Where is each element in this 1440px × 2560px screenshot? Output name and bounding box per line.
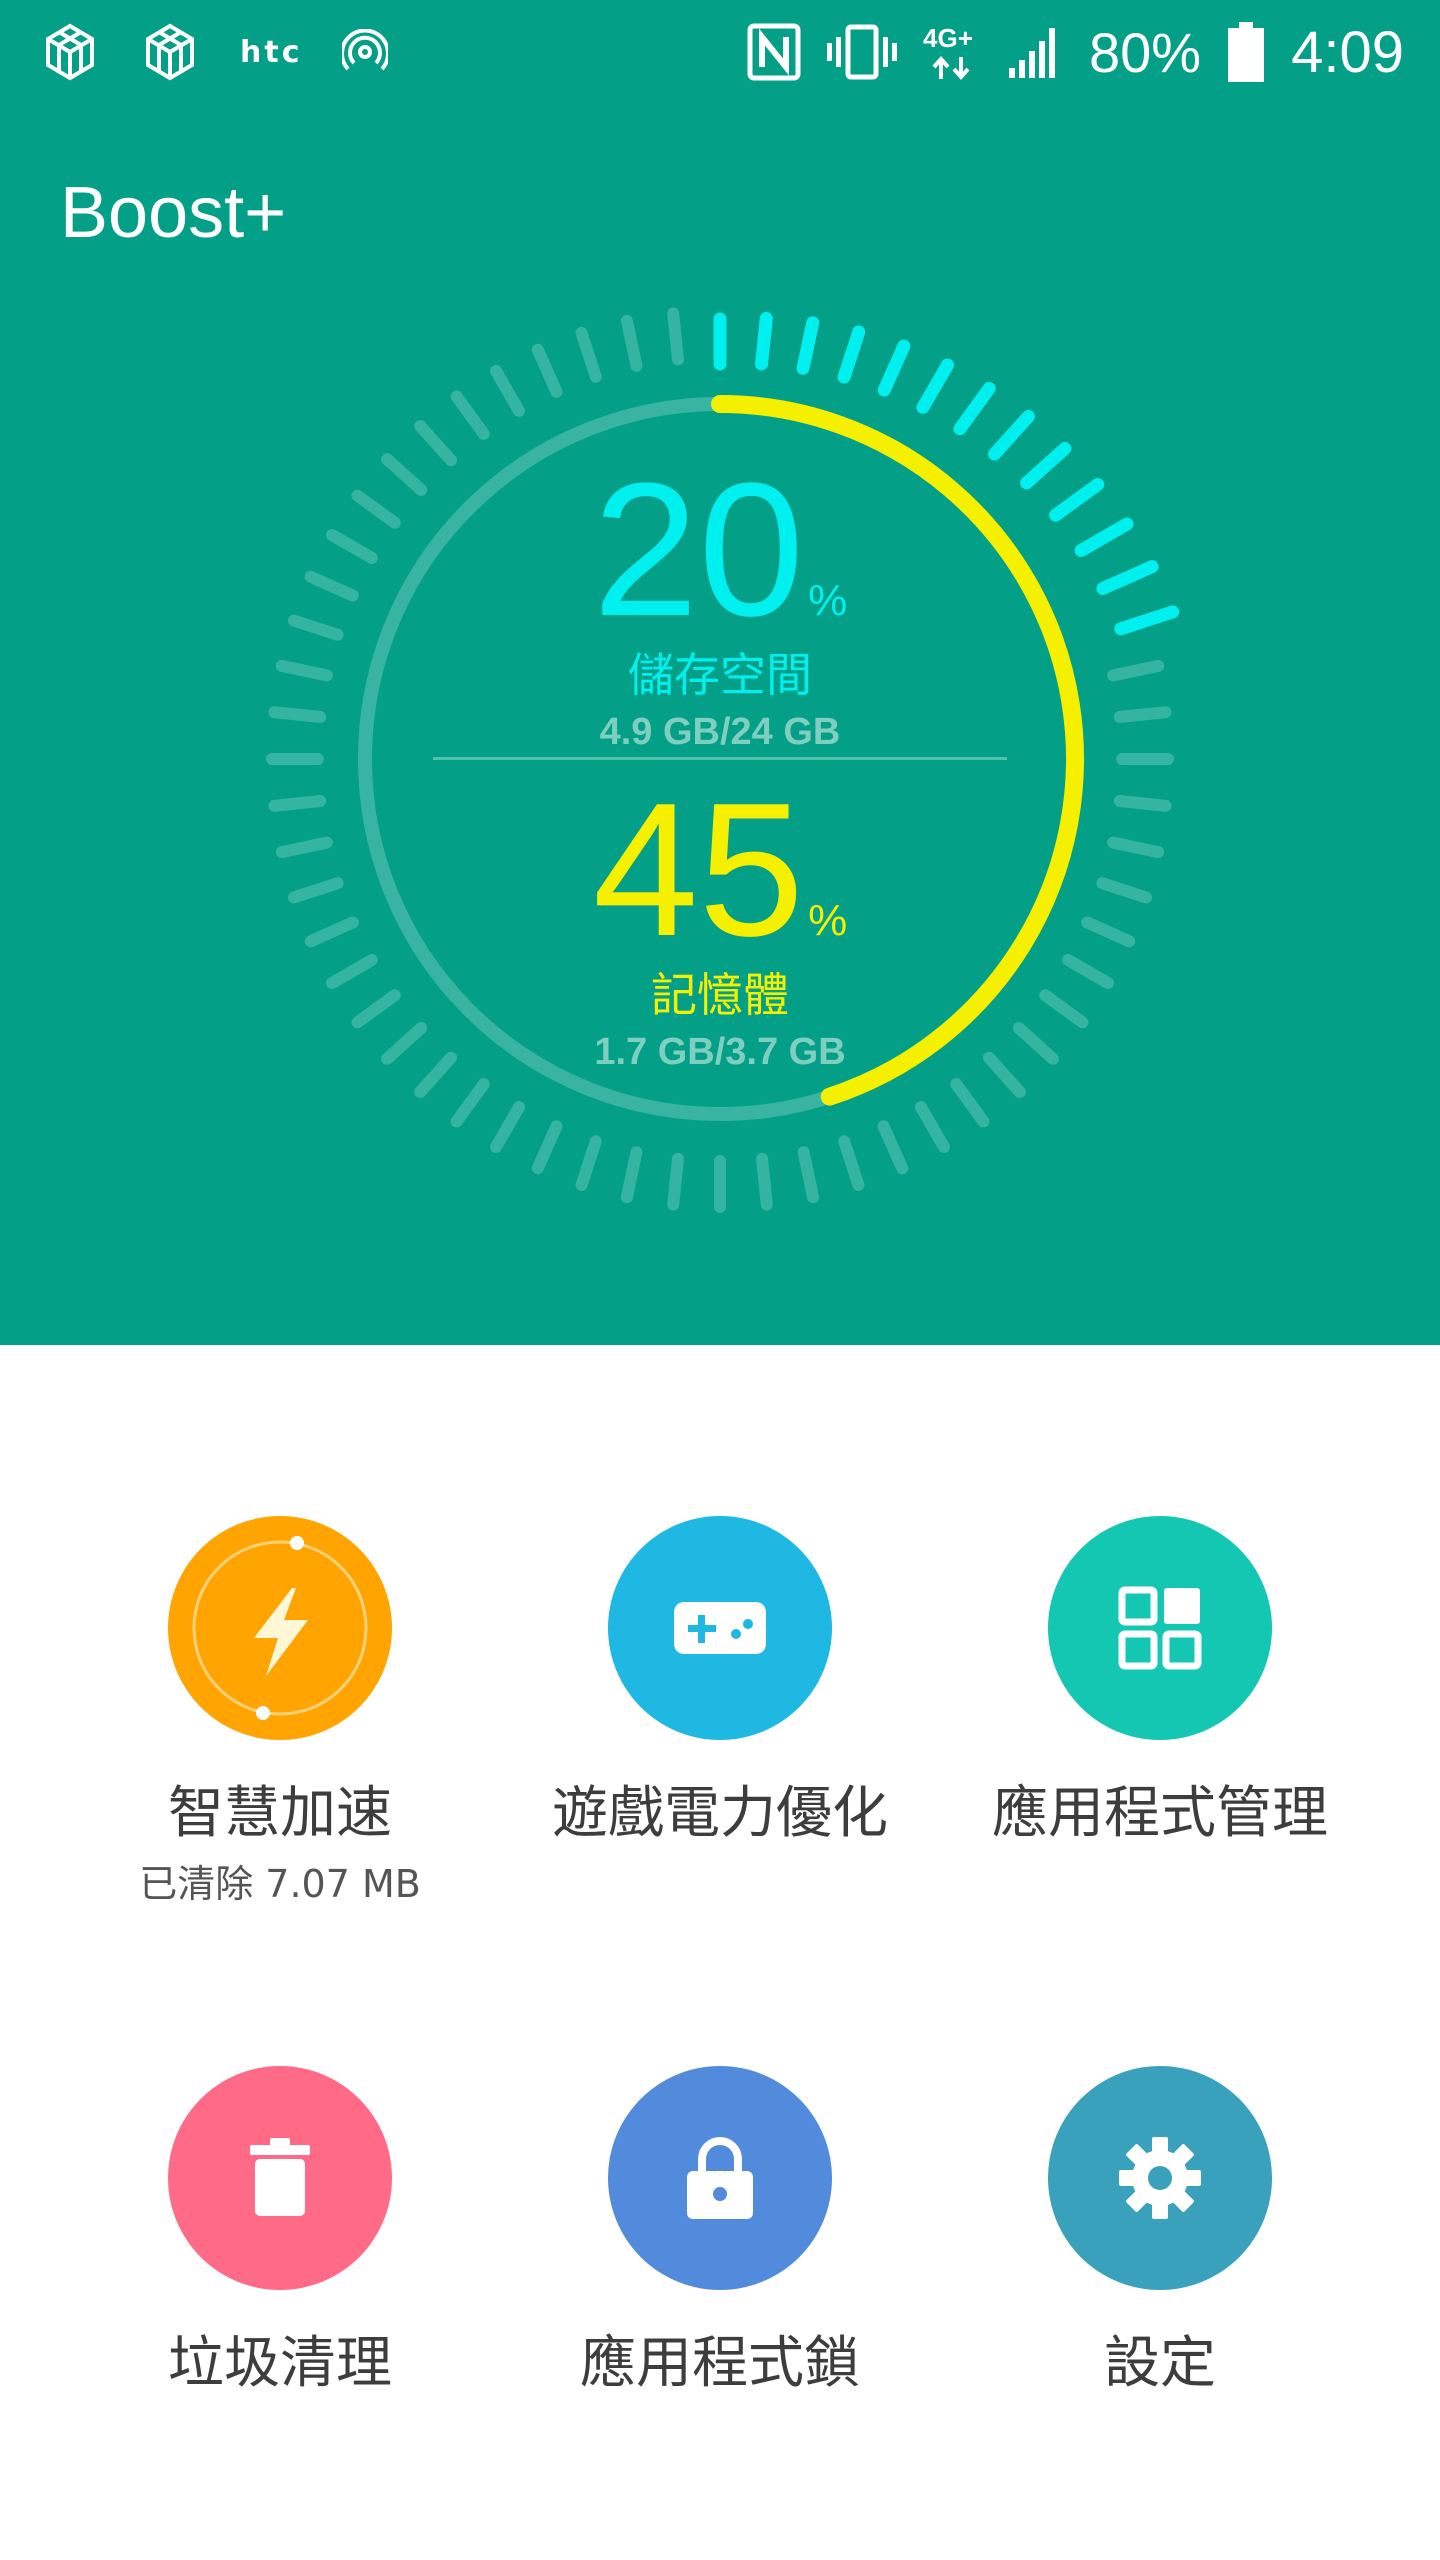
storage-tick <box>381 453 428 497</box>
storage-tick-active <box>1074 517 1134 557</box>
storage-tick <box>490 1101 525 1153</box>
storage-tick-active <box>1049 478 1105 522</box>
smart-boost-label: 智慧加速 <box>168 1781 392 1846</box>
app-grid-icon <box>1118 1586 1202 1670</box>
storage-tick <box>351 989 401 1029</box>
app-manager-button[interactable] <box>1048 1516 1272 1740</box>
storage-tick <box>531 1120 563 1175</box>
storage-tick <box>667 307 684 366</box>
storage-tick <box>667 1152 684 1211</box>
storage-tick <box>304 570 359 602</box>
storage-tick <box>1107 659 1165 682</box>
storage-tick <box>490 365 525 417</box>
storage-tick <box>620 314 643 372</box>
gamepad-icon <box>674 1602 766 1654</box>
storage-tick <box>575 326 602 383</box>
storage-tick <box>275 659 333 682</box>
app-lock-button[interactable] <box>608 2066 832 2290</box>
storage-tick <box>326 529 378 564</box>
app-manager-tile[interactable]: 應用程式管理 <box>940 1516 1380 1849</box>
storage-tick <box>326 954 378 989</box>
storage-tick <box>756 1152 773 1211</box>
gear-icon <box>1119 2137 1201 2219</box>
settings-button[interactable] <box>1048 2066 1272 2290</box>
storage-tick <box>268 706 327 723</box>
smart-boost-sub: 已清除 7.07 MB <box>139 1862 421 1906</box>
storage-tick <box>1012 1021 1059 1065</box>
storage-tick-active <box>1020 442 1072 490</box>
settings-label: 設定 <box>1104 2331 1216 2396</box>
storage-detail: 4.9 GB/24 GB <box>599 711 841 753</box>
game-power-label: 遊戲電力優化 <box>552 1781 888 1846</box>
smart-boost-button[interactable] <box>168 1516 392 1740</box>
app-lock-tile[interactable]: 應用程式鎖 <box>500 2066 940 2399</box>
storage-tick <box>575 1135 602 1192</box>
storage-tick <box>1062 954 1114 989</box>
game-power-button[interactable] <box>608 1516 832 1740</box>
storage-tick-active <box>877 339 911 397</box>
storage-tick <box>620 1146 643 1204</box>
game-power-tile[interactable]: 遊戲電力優化 <box>500 1516 940 1849</box>
app-manager-label: 應用程式管理 <box>992 1781 1328 1846</box>
junk-clean-tile[interactable]: 垃圾清理 <box>60 2066 500 2399</box>
storage-tick <box>1081 916 1136 948</box>
storage-tick <box>915 1101 950 1153</box>
storage-tick <box>1113 795 1172 812</box>
storage-tick <box>950 1078 990 1128</box>
storage-tick <box>351 489 401 529</box>
memory-percent: 45 <box>592 764 805 976</box>
storage-tick <box>287 614 344 641</box>
storage-tick-active <box>1096 560 1159 595</box>
lock-icon <box>687 2137 753 2219</box>
gauge-divider <box>433 757 1007 760</box>
storage-tick <box>797 1146 820 1204</box>
storage-tick <box>381 1021 428 1065</box>
storage-tick <box>450 390 490 440</box>
storage-tick <box>877 1120 909 1175</box>
storage-tick-active <box>916 358 954 414</box>
storage-tick-active <box>953 381 996 436</box>
storage-tick <box>304 916 359 948</box>
storage-percent: 20 <box>592 444 805 656</box>
storage-tick-active <box>988 409 1035 461</box>
storage-tick <box>1113 706 1172 723</box>
memory-block: 45% 記憶體 1.7 GB/3.7 GB <box>420 775 1020 1074</box>
storage-tick <box>1039 989 1089 1029</box>
storage-tick <box>275 836 333 859</box>
header-panel: htc 4G+ 80% 4:09 Boost+ 20% 儲存空間 4.9 GB/… <box>0 0 1440 1345</box>
storage-tick-active <box>1114 605 1180 636</box>
storage-block: 20% 儲存空間 4.9 GB/24 GB <box>420 455 1020 754</box>
storage-tick <box>450 1078 490 1128</box>
memory-percent-sign: % <box>808 896 848 945</box>
storage-percent-sign: % <box>808 576 848 625</box>
storage-tick-active <box>796 316 820 375</box>
storage-tick <box>268 795 327 812</box>
storage-tick <box>838 1135 865 1192</box>
storage-tick <box>287 877 344 904</box>
junk-clean-button[interactable] <box>168 2066 392 2290</box>
storage-tick-active <box>755 311 773 371</box>
memory-detail: 1.7 GB/3.7 GB <box>594 1031 846 1073</box>
storage-tick <box>531 343 563 398</box>
junk-clean-label: 垃圾清理 <box>168 2331 392 2396</box>
smart-boost-tile[interactable]: 智慧加速 已清除 7.07 MB <box>60 1516 500 1908</box>
trash-icon <box>250 2138 310 2216</box>
settings-tile[interactable]: 設定 <box>940 2066 1380 2399</box>
lightning-icon <box>192 1536 368 1720</box>
storage-tick <box>1096 877 1153 904</box>
storage-tick-active <box>837 325 866 384</box>
storage-tick <box>1107 836 1165 859</box>
app-lock-label: 應用程式鎖 <box>580 2331 860 2396</box>
